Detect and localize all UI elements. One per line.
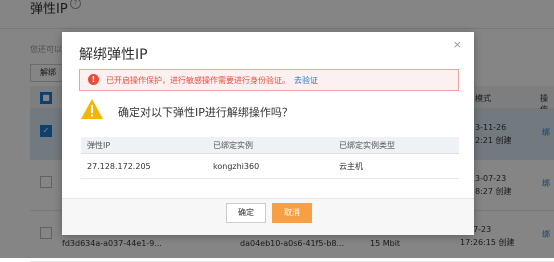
confirm-button[interactable]: 确定	[226, 203, 266, 223]
close-icon[interactable]: ×	[453, 38, 462, 51]
warning-text: 已开启操作保护，进行敏感操作需要进行身份验证。	[106, 76, 290, 85]
eip-summary-table: 弹性IP 已绑定实例 已绑定实例类型 27.128.172.205 kongzh…	[81, 137, 459, 179]
verify-link[interactable]: 去验证	[294, 76, 318, 85]
warning-text-wrap: 已开启操作保护，进行敏感操作需要进行身份验证。 去验证	[106, 75, 318, 86]
cell-instance: kongzhi360	[207, 153, 333, 179]
table-row: 27.128.172.205 kongzhi360 云主机	[81, 153, 459, 179]
dialog-title: 解绑弹性IP	[79, 47, 148, 63]
column-header-instance: 已绑定实例	[207, 137, 333, 154]
column-header-eip: 弹性IP	[81, 137, 207, 154]
cell-instance-type: 云主机	[333, 153, 459, 179]
unbind-eip-dialog: 解绑弹性IP × ! 已开启操作保护，进行敏感操作需要进行身份验证。 去验证 确定…	[62, 32, 474, 235]
warning-triangle-icon	[81, 99, 103, 119]
column-header-instance-type: 已绑定实例类型	[333, 137, 459, 154]
confirm-question: 确定对以下弹性IP进行解绑操作吗？	[118, 106, 293, 119]
error-icon: !	[88, 74, 99, 85]
cell-eip: 27.128.172.205	[81, 153, 207, 179]
dialog-footer	[62, 198, 474, 235]
table-header-row: 弹性IP 已绑定实例 已绑定实例类型	[81, 137, 459, 154]
protection-warning-banner: ! 已开启操作保护，进行敏感操作需要进行身份验证。 去验证	[79, 69, 459, 91]
cancel-button[interactable]: 取消	[272, 203, 312, 223]
